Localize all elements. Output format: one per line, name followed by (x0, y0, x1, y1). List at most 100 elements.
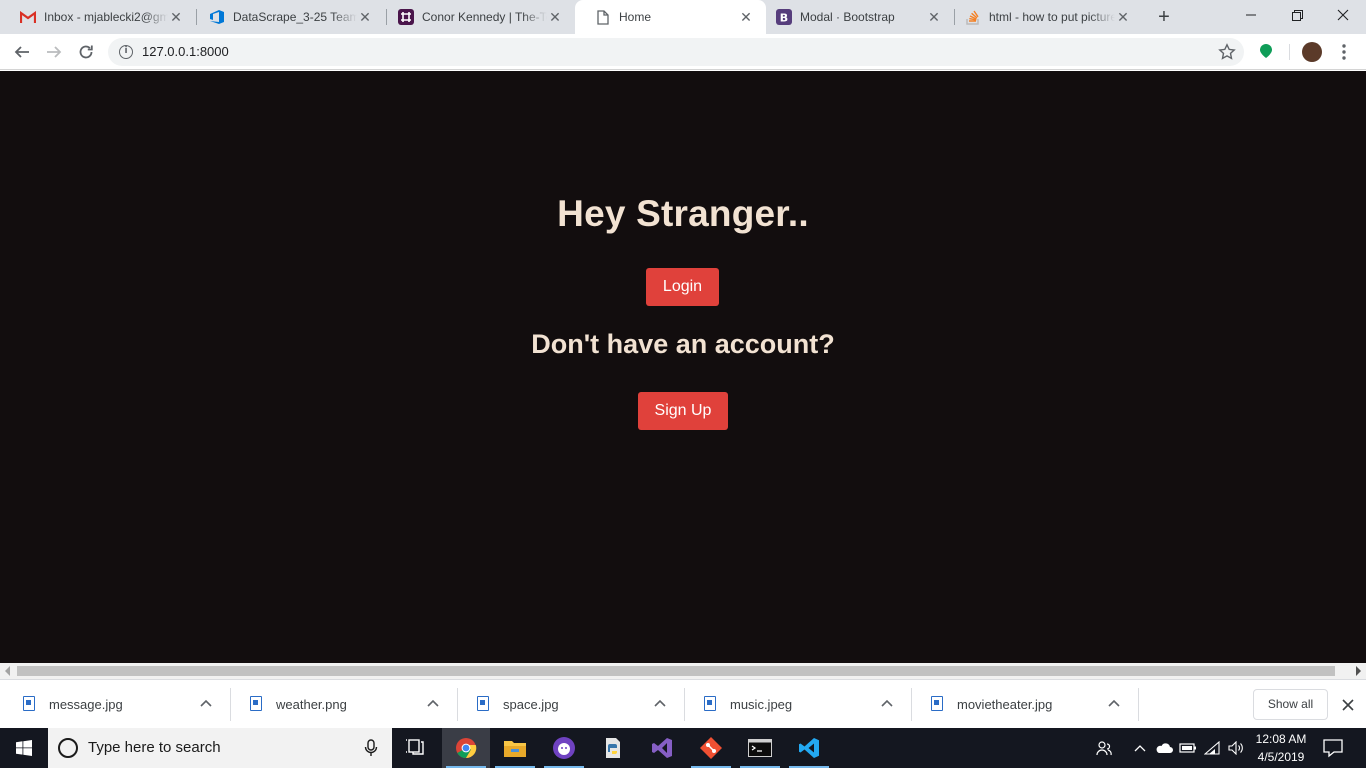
close-icon[interactable]: ✕ (926, 9, 942, 25)
visual-studio-icon (652, 738, 672, 758)
download-item[interactable]: music.jpeg (681, 680, 908, 729)
tab-gmail[interactable]: Inbox - mjablecki2@gmail.com ✕ (0, 0, 196, 34)
search-placeholder: Type here to search (88, 739, 221, 756)
git-icon (700, 737, 722, 759)
profile-avatar[interactable] (1302, 42, 1322, 62)
volume-icon[interactable] (1226, 738, 1246, 758)
tab-title: Inbox - mjablecki2@gmail.com (44, 10, 168, 24)
download-filename: weather.png (276, 697, 347, 712)
info-icon[interactable]: i (119, 45, 133, 59)
forward-button[interactable] (42, 40, 66, 64)
reload-button[interactable] (74, 40, 98, 64)
tab-bootstrap[interactable]: B Modal · Bootstrap ✕ (756, 0, 954, 34)
chrome-icon (456, 738, 477, 759)
scroll-right-arrow-icon[interactable] (1356, 666, 1361, 676)
download-item[interactable]: space.jpg (454, 680, 681, 729)
wifi-icon[interactable] (1203, 738, 1223, 758)
image-file-icon (477, 696, 489, 711)
cortana-icon (58, 738, 78, 758)
download-item[interactable]: movietheater.jpg (908, 680, 1135, 729)
chevron-up-icon[interactable] (1130, 738, 1150, 758)
slack-icon (398, 9, 414, 25)
page-viewport: Hey Stranger.. Login Don't have an accou… (0, 71, 1366, 663)
start-button[interactable] (0, 728, 48, 768)
page-icon (595, 9, 611, 25)
extension-icon[interactable] (1258, 43, 1274, 59)
scrollbar-thumb[interactable] (17, 666, 1335, 676)
chevron-up-icon[interactable] (1108, 698, 1120, 708)
address-bar[interactable]: i 127.0.0.1:8000 (108, 38, 1244, 66)
restore-button[interactable] (1274, 0, 1320, 30)
signup-button[interactable]: Sign Up (638, 392, 728, 430)
windows-taskbar: Type here to search 12:08 AM 4/5/2019 (0, 728, 1366, 768)
close-icon[interactable]: ✕ (547, 9, 563, 25)
tab-title: Modal · Bootstrap (800, 10, 895, 24)
task-view-icon (406, 739, 424, 755)
python-file-icon (606, 738, 620, 758)
back-arrow-icon (14, 46, 29, 58)
close-icon[interactable]: ✕ (1115, 9, 1131, 25)
close-icon[interactable]: ✕ (357, 9, 373, 25)
download-filename: space.jpg (503, 697, 559, 712)
app-taskbar-button[interactable] (540, 728, 588, 768)
page-title: Hey Stranger.. (557, 193, 809, 234)
horizontal-scrollbar[interactable] (0, 663, 1366, 679)
battery-icon[interactable] (1178, 738, 1198, 758)
bootstrap-icon: B (776, 9, 792, 25)
microphone-icon[interactable] (364, 739, 378, 757)
terminal-taskbar-button[interactable] (736, 728, 784, 768)
chevron-up-icon[interactable] (881, 698, 893, 708)
terminal-icon (748, 739, 772, 757)
python-taskbar-button[interactable] (589, 728, 637, 768)
svg-text:B: B (780, 12, 788, 25)
kebab-menu-icon[interactable] (1336, 42, 1352, 62)
url-text[interactable]: 127.0.0.1:8000 (142, 38, 229, 66)
system-clock[interactable]: 12:08 AM 4/5/2019 (1248, 730, 1314, 766)
toolbar-divider (1289, 44, 1290, 60)
chevron-up-icon[interactable] (200, 698, 212, 708)
tab-slack[interactable]: Conor Kennedy | The-Tech ✕ (378, 0, 575, 34)
download-item[interactable]: message.jpg (0, 680, 227, 729)
scroll-left-arrow-icon[interactable] (5, 666, 10, 676)
download-item[interactable]: weather.png (227, 680, 454, 729)
download-shelf: message.jpg weather.png space.jpg music.… (0, 679, 1366, 728)
github-desktop-icon (553, 737, 575, 759)
clock-time: 12:08 AM (1255, 732, 1307, 746)
git-taskbar-button[interactable] (687, 728, 735, 768)
close-icon[interactable]: ✕ (168, 9, 184, 25)
chevron-up-icon[interactable] (427, 698, 439, 708)
gmail-icon (20, 9, 36, 25)
tab-datascrape[interactable]: DataScrape_3-25 Team ✕ (189, 0, 385, 34)
visual-studio-button[interactable] (638, 728, 686, 768)
image-file-icon (23, 696, 35, 711)
windows-logo-icon (16, 740, 32, 756)
show-all-button[interactable]: Show all (1253, 689, 1328, 720)
action-center-icon[interactable] (1322, 738, 1344, 758)
forward-arrow-icon (47, 46, 62, 58)
people-icon[interactable] (1094, 738, 1114, 758)
chrome-taskbar-button[interactable] (442, 728, 490, 768)
taskbar-search[interactable]: Type here to search (48, 728, 392, 768)
image-file-icon (931, 696, 943, 711)
onedrive-icon[interactable] (1154, 738, 1174, 758)
vscode-taskbar-button[interactable] (785, 728, 833, 768)
image-file-icon (704, 696, 716, 711)
chevron-up-icon[interactable] (654, 698, 666, 708)
bookmark-star-icon[interactable] (1218, 43, 1236, 61)
tab-stackoverflow[interactable]: html - how to put picture ✕ (945, 0, 1143, 34)
tab-title: Conor Kennedy | The-Tech (422, 10, 547, 24)
minimize-button[interactable] (1228, 0, 1274, 30)
login-button[interactable]: Login (646, 268, 719, 306)
tab-home[interactable]: Home ✕ (575, 0, 766, 34)
close-icon[interactable] (1340, 697, 1356, 713)
new-tab-button[interactable]: + (1152, 5, 1176, 29)
download-filename: message.jpg (49, 697, 123, 712)
file-explorer-button[interactable] (491, 728, 539, 768)
divider (1138, 688, 1139, 721)
back-button[interactable] (10, 40, 34, 64)
task-view-button[interactable] (392, 728, 440, 768)
window-close-button[interactable] (1320, 0, 1366, 30)
close-icon[interactable]: ✕ (738, 9, 754, 25)
tab-title: html - how to put picture (989, 10, 1115, 24)
image-file-icon (250, 696, 262, 711)
